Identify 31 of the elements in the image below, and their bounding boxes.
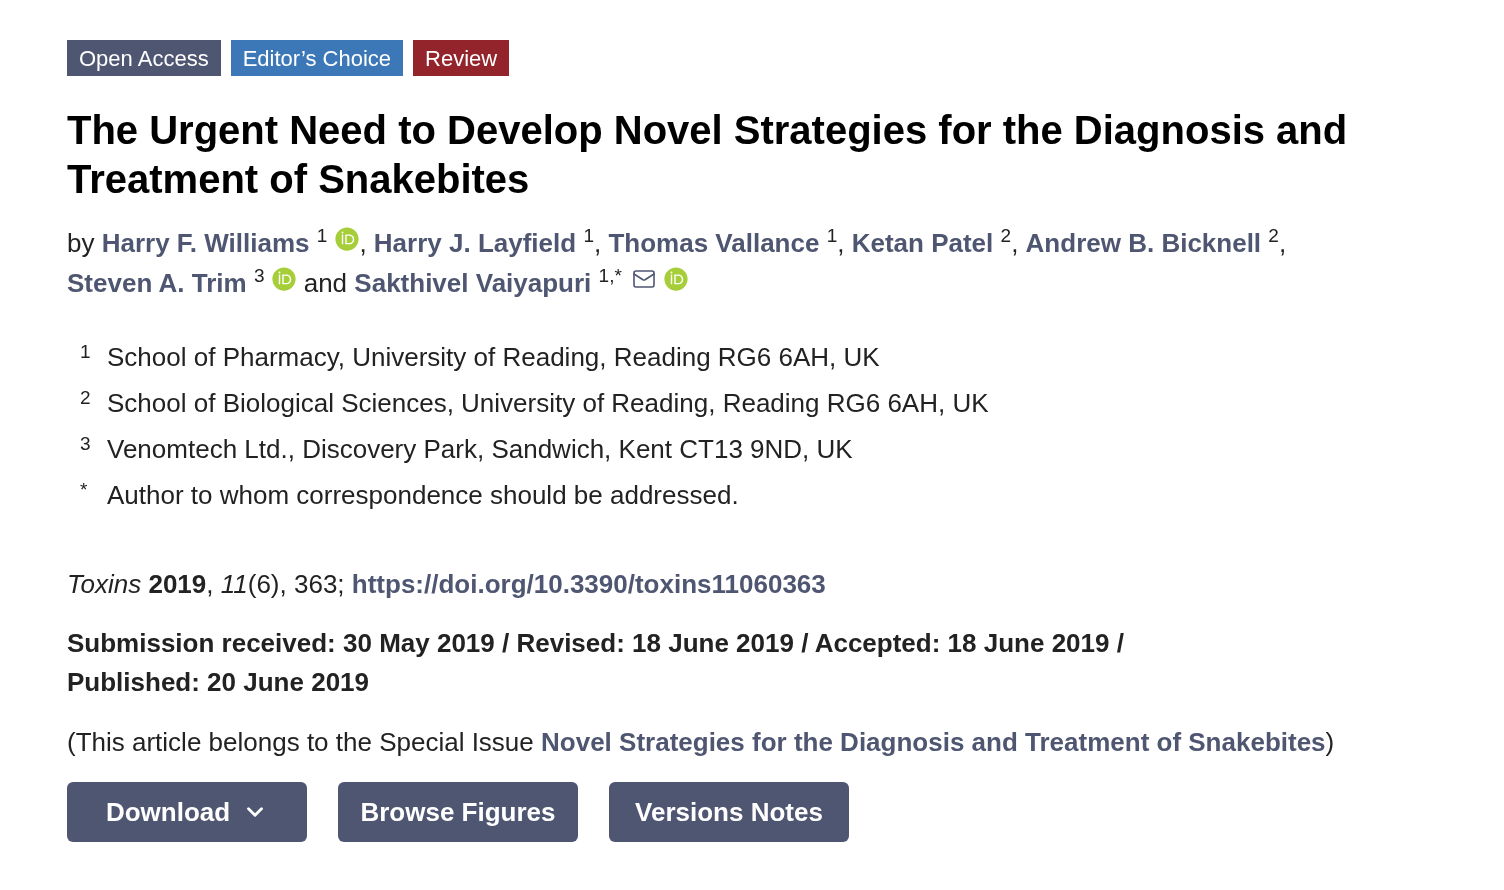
orcid-icon[interactable]: [335, 227, 360, 252]
orcid-icon[interactable]: [272, 267, 297, 292]
action-button[interactable]: Versions Notes: [609, 782, 849, 842]
author-link[interactable]: Thomas Vallance: [608, 228, 820, 258]
author-link[interactable]: Harry F. Williams: [101, 228, 310, 258]
affiliation-marker: 3: [79, 434, 92, 453]
special-issue-link[interactable]: Novel Strategies for the Diagnosis and Treatment of Snakebites: [541, 727, 1326, 757]
article-badge: Editor’s Choice: [230, 40, 403, 76]
affiliation-text: Venomtech Ltd., Discovery Park, Sandwich, Kent CT13 9ND, UK: [107, 434, 853, 464]
author-link[interactable]: Andrew B. Bicknell: [1025, 228, 1262, 258]
affiliation-text: School of Biological Sciences, University of Reading, Reading RG6 6AH, UK: [107, 388, 989, 418]
citation: Toxins 2019, 11(6), 363; https://doi.org/10.3390/toxins11060363: [67, 568, 827, 601]
doi-link[interactable]: https://doi.org/10.3390/toxins11060363: [351, 569, 826, 599]
orcid-icon[interactable]: [663, 267, 688, 292]
author-link[interactable]: Steven A. Trim: [67, 268, 247, 298]
article-badge: Open Access: [67, 40, 221, 76]
affiliation-marker: 1: [79, 342, 92, 361]
affiliation-marker: 2: [79, 388, 92, 407]
article-badge: Review: [413, 40, 510, 76]
article-title: The Urgent Need to Develop Novel Strategies for the Diagnosis and Treatment of Snakebites: [67, 107, 1349, 203]
affiliation-text: Author to whom correspondence should be addressed.: [107, 480, 739, 510]
author-link[interactable]: Ketan Patel: [851, 228, 994, 258]
author-link[interactable]: Harry J. Layfield: [373, 228, 577, 258]
author-link[interactable]: Sakthivel Vaiyapuri: [354, 268, 592, 298]
action-button[interactable]: Browse Figures: [338, 782, 578, 842]
author-list: by Harry F. Williams $^{1}$ , Harry J. Layfield $^{1}$, Thomas Vallance $^{1}$, Ketan Patel $^{2}$, Andrew B. Bicknell $^{2}$, Steven A. Trim $^{3}$ and Sakthivel Vaiyapuri $^{1,*}$: [67, 223, 1432, 303]
publication-dates: Submission received: 30 May 2019 / Revised: 18 June 2019 / Accepted: 18 June 2019 / Published: 20 June 2019: [67, 627, 1125, 699]
affiliation-marker: *: [79, 480, 89, 499]
special-issue-note: (This article belongs to the Special Issue Novel Strategies for the Diagnosis and Treatment of Snakebites): [67, 726, 1336, 759]
download-button[interactable]: Download: [67, 782, 307, 842]
affiliation-text: School of Pharmacy, University of Reading, Reading RG6 6AH, UK: [107, 342, 880, 372]
